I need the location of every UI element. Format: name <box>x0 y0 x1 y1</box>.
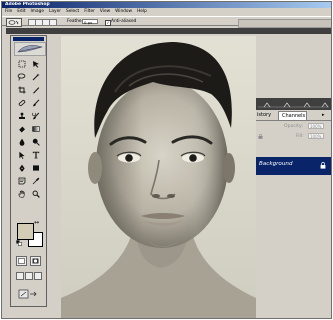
move-icon[interactable] <box>30 58 41 69</box>
layers-panel: istory Channels ▸ Opacity: 100% Fill: 10… <box>256 110 331 318</box>
layer-name: Background <box>259 161 293 167</box>
default-colors-icon[interactable] <box>16 240 22 246</box>
options-bar: Feather: 0 px ✓ Anti-aliased <box>2 16 331 28</box>
zoom-icon[interactable] <box>30 188 41 199</box>
portrait-photo <box>61 36 256 318</box>
full-screen-menu-mode-button[interactable] <box>25 272 33 280</box>
document-canvas[interactable] <box>61 36 256 318</box>
tab-history[interactable]: istory <box>256 111 277 120</box>
menu-bar: File Edit Image Layer Select Filter View… <box>2 9 331 15</box>
intersect-selection-button[interactable] <box>49 19 57 26</box>
magic-wand-icon[interactable] <box>30 71 41 82</box>
menu-image[interactable]: Image <box>31 9 44 15</box>
marquee-icon[interactable] <box>16 58 27 69</box>
anti-alias-label: Anti-aliased <box>111 19 137 24</box>
layer-lock-icon <box>320 162 326 169</box>
shape-icon[interactable] <box>30 162 41 173</box>
gradient-icon[interactable] <box>30 123 41 134</box>
foreground-color-swatch[interactable] <box>17 223 34 240</box>
dodge-icon[interactable] <box>30 136 41 147</box>
menu-view[interactable]: View <box>100 9 110 15</box>
slice-icon[interactable] <box>30 84 41 95</box>
menu-file[interactable]: File <box>5 9 12 15</box>
swap-colors-icon[interactable]: ↔ <box>34 220 39 226</box>
ruler-marks-icon <box>258 102 329 108</box>
type-icon[interactable] <box>30 149 41 160</box>
menu-edit[interactable]: Edit <box>17 9 25 15</box>
toolbox: ↔ <box>10 35 47 307</box>
notes-icon[interactable] <box>16 175 27 186</box>
path-selection-icon[interactable] <box>16 149 27 160</box>
menu-layer[interactable]: Layer <box>49 9 61 15</box>
standard-screen-mode-button[interactable] <box>16 272 24 280</box>
hand-icon[interactable] <box>16 188 27 199</box>
navigator-strip <box>256 98 331 110</box>
feather-input[interactable]: 0 px <box>82 19 98 25</box>
fill-input[interactable]: 100% <box>308 133 324 139</box>
feather-logo-icon[interactable] <box>14 42 46 56</box>
pen-icon[interactable] <box>16 162 27 173</box>
title-bar: Adobe Photoshop <box>2 2 331 8</box>
menu-select[interactable]: Select <box>66 9 79 15</box>
crop-icon[interactable] <box>16 84 27 95</box>
menu-help[interactable]: Help <box>137 9 147 15</box>
tool-preset-picker[interactable] <box>6 18 22 27</box>
history-brush-icon[interactable] <box>30 110 41 121</box>
brush-icon[interactable] <box>30 97 41 108</box>
fill-label: Fill: <box>296 134 304 139</box>
tab-channels[interactable]: Channels <box>278 111 307 120</box>
eyedropper-icon[interactable] <box>30 175 41 186</box>
jump-to-imageready-icon[interactable] <box>18 288 42 300</box>
panel-tabs: istory Channels ▸ <box>256 110 331 121</box>
full-screen-mode-button[interactable] <box>34 272 42 280</box>
document-dark-band <box>6 28 331 34</box>
quick-mask-mode-button[interactable] <box>30 256 41 266</box>
healing-brush-icon[interactable] <box>16 97 27 108</box>
opacity-label: Opacity: <box>284 124 303 129</box>
standard-mode-button[interactable] <box>16 256 27 266</box>
blur-icon[interactable] <box>16 136 27 147</box>
eraser-icon[interactable] <box>16 123 27 134</box>
panel-menu-icon[interactable]: ▸ <box>322 112 328 118</box>
lasso-icon <box>8 20 19 25</box>
lock-icon[interactable] <box>258 133 263 139</box>
menu-window[interactable]: Window <box>115 9 132 15</box>
palette-well <box>238 19 331 28</box>
menu-filter[interactable]: Filter <box>84 9 95 15</box>
toolbox-titlebar <box>13 37 44 41</box>
opacity-input[interactable]: 100% <box>308 123 324 129</box>
clone-stamp-icon[interactable] <box>16 110 27 121</box>
layer-row-background[interactable]: Background <box>256 157 331 175</box>
photoshop-window: Adobe Photoshop File Edit Image Layer Se… <box>1 1 332 319</box>
lasso-icon[interactable] <box>16 71 27 82</box>
